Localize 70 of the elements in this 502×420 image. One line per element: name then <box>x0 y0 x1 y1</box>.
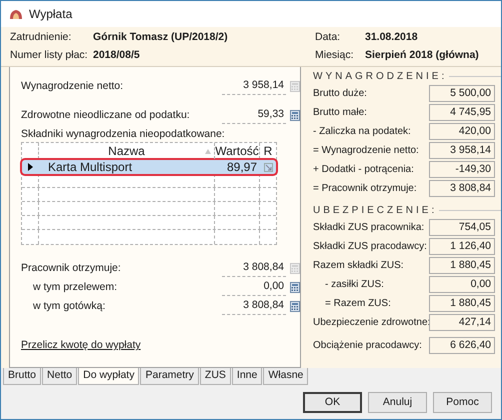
table-cell-text: 89,97 <box>226 160 258 174</box>
summary-value-field: 427,14 <box>429 314 495 331</box>
info-label: Zatrudnienie: <box>10 30 72 46</box>
summary-label: = Wynagrodzenie netto: <box>313 144 420 158</box>
section-heading: WYNAGRODZENIE: <box>313 70 448 84</box>
summary-value-field: 754,05 <box>429 219 495 236</box>
tab[interactable]: Inne <box>232 368 262 385</box>
summary-value-field: 4 745,95 <box>429 104 495 121</box>
info-value: 31.08.2018 <box>365 30 418 46</box>
tab[interactable]: Parametry <box>140 368 199 385</box>
section-heading: UBEZPIECZENIE: <box>313 204 438 218</box>
tab[interactable]: Netto <box>42 368 78 385</box>
summary-value-field: 5 500,00 <box>429 85 495 102</box>
summary-value-field: 1 880,45 <box>429 257 495 274</box>
summary-label: Brutto duże: <box>313 87 368 101</box>
summary-value-field: 0,00 <box>429 276 495 293</box>
summary-label: + Dodatki - potrącenia: <box>313 163 415 177</box>
info-label: Miesiąc: <box>315 48 355 64</box>
table-row[interactable]: Karta Multisport 89,97 <box>22 160 276 174</box>
dialog-button[interactable]: Anuluj <box>368 392 427 413</box>
amount-field[interactable]: 3 808,84 <box>222 260 286 277</box>
recalculate-link[interactable]: Przelicz kwotę do wypłaty <box>21 338 141 354</box>
summary-label: Ubezpieczenie zdrowotne: <box>313 316 429 330</box>
info-label: Data: <box>315 30 342 46</box>
summary-label: = Razem ZUS: <box>324 297 392 311</box>
info-value: Sierpień 2018 (główna) <box>365 48 479 64</box>
amount-field[interactable]: 3 958,14 <box>222 78 286 95</box>
calculator-icon[interactable] <box>290 282 300 293</box>
summary-label: Składki ZUS pracownika: <box>313 221 426 235</box>
summary-label: - Zaliczka na podatek: <box>313 125 412 139</box>
window-title: Wypłata <box>29 6 72 23</box>
tab[interactable]: Do wypłaty <box>78 368 140 385</box>
calculator-icon[interactable] <box>290 110 300 121</box>
table-cell-text: Karta Multisport <box>47 160 134 174</box>
summary-label: - zasiłki ZUS: <box>324 278 385 292</box>
summary-value-field: 3 808,84 <box>429 180 495 197</box>
amount-field[interactable]: 59,33 <box>222 107 286 124</box>
field-label: w tym gotówką: <box>33 298 106 314</box>
info-value: Górnik Tomasz (UP/2018/2) <box>93 30 228 46</box>
app-logo-icon <box>9 8 23 20</box>
summary-label: Brutto małe: <box>313 106 368 120</box>
summary-value-field: 1 126,40 <box>429 238 495 255</box>
tab[interactable]: Brutto <box>3 368 42 385</box>
sort-arrow-icon <box>205 149 211 154</box>
summary-value-field: -149,30 <box>429 161 495 178</box>
field-label: Zdrowotne nieodliczane od podatku: <box>21 108 191 123</box>
arrow-icon[interactable] <box>264 162 272 172</box>
summary-value-field: 6 626,40 <box>429 337 495 354</box>
amount-field[interactable]: 3 808,84 <box>222 298 286 315</box>
amount-field[interactable]: 0,00 <box>222 279 286 296</box>
calculator-icon[interactable] <box>290 301 300 312</box>
summary-label: Składki ZUS pracodawcy: <box>313 240 428 254</box>
info-label: Numer listy płac: <box>10 48 89 64</box>
table-caption: Składniki wynagrodzenia nieopodatkowane: <box>21 127 226 142</box>
summary-label: = Pracownik otrzymuje: <box>313 182 418 196</box>
dialog-button[interactable]: Pomoc <box>433 392 492 413</box>
field-label: w tym przelewem: <box>33 280 118 295</box>
column-header[interactable]: R <box>260 143 276 159</box>
info-value: 2018/08/5 <box>93 48 140 64</box>
field-label: Wynagrodzenie netto: <box>21 78 124 94</box>
summary-value-field: 1 880,45 <box>429 295 495 312</box>
summary-value-field: 420,00 <box>429 123 495 140</box>
tab[interactable]: Własne <box>263 368 308 385</box>
summary-value-field: 3 958,14 <box>429 142 495 159</box>
tab[interactable]: ZUS <box>200 368 231 385</box>
field-label: Pracownik otrzymuje: <box>21 260 122 276</box>
summary-label: Razem składki ZUS: <box>313 259 405 273</box>
dialog-button[interactable]: OK <box>303 392 362 413</box>
summary-label: Obciążenie pracodawcy: <box>313 339 423 353</box>
row-pointer-icon <box>28 163 33 171</box>
